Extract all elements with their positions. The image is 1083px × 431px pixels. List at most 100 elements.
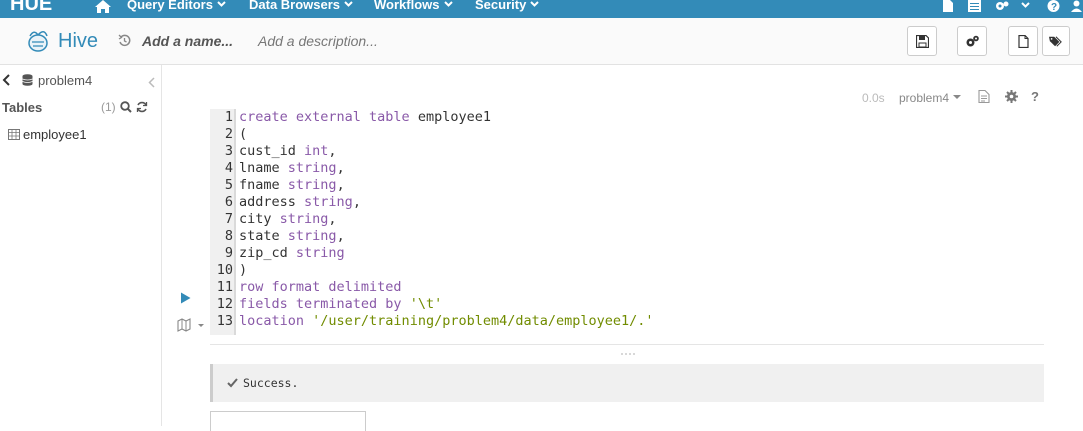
chevron-down-icon: [217, 1, 226, 7]
chevron-down-icon[interactable]: [1021, 0, 1030, 9]
hue-logo-text: HUE: [10, 0, 52, 15]
nav-query-editors[interactable]: Query Editors: [127, 0, 226, 16]
save-button[interactable]: [907, 26, 937, 56]
sql-keyword: string: [287, 228, 337, 244]
database-name[interactable]: problem4: [38, 73, 92, 88]
code-line[interactable]: row format delimited: [239, 279, 402, 296]
sql-keyword: int: [304, 143, 329, 159]
query-description-input[interactable]: Add a description...: [258, 33, 378, 49]
line-number: 3: [224, 143, 233, 159]
sql-string: '\t': [409, 296, 443, 312]
code-line[interactable]: zip_cd string: [239, 245, 345, 262]
sql-identifier: address: [239, 194, 305, 210]
collapse-panel-icon[interactable]: [148, 77, 155, 88]
line-number: 11: [216, 279, 233, 295]
sql-keyword: string: [287, 160, 337, 176]
sql-punctuation: ,: [352, 194, 361, 210]
sql-identifier: zip_cd: [239, 245, 296, 261]
code-line[interactable]: lname string,: [239, 160, 345, 177]
nav-data-browsers-label: Data Browsers: [249, 0, 341, 12]
sql-punctuation: (: [239, 126, 248, 142]
sql-identifier: employee1: [409, 109, 491, 125]
refresh-icon[interactable]: [136, 101, 148, 113]
sql-punctuation: ,: [328, 143, 337, 159]
line-number: 4: [224, 160, 233, 176]
caret-down-icon: [953, 95, 962, 99]
line-number: 5: [224, 177, 233, 193]
snippet-database-label: problem4: [899, 91, 950, 105]
play-icon[interactable]: [180, 292, 191, 304]
document-icon[interactable]: [978, 90, 990, 103]
assist-panel: problem4 Tables (1) employee1: [0, 65, 162, 426]
sql-identifier: fname: [239, 177, 288, 193]
sql-keyword: row format delimited: [239, 279, 402, 295]
nav-data-browsers[interactable]: Data Browsers: [249, 0, 353, 16]
sql-keyword: create external table: [239, 109, 410, 125]
sql-keyword: string: [279, 211, 329, 227]
nav-workflows-label: Workflows: [374, 0, 440, 12]
nav-security-label: Security: [475, 0, 527, 12]
user-icon[interactable]: [1070, 0, 1083, 12]
code-line[interactable]: fname string,: [239, 177, 345, 194]
sql-keyword: location: [239, 313, 313, 329]
sql-identifier: cust_id: [239, 143, 305, 159]
code-editor[interactable]: 1 2 3 4 5 6 7 8 9 10 11 12 13 create ext…: [210, 109, 1044, 335]
file-icon: [1018, 35, 1029, 48]
code-line[interactable]: (: [239, 126, 247, 143]
line-number: 10: [216, 262, 233, 278]
svg-text:?: ?: [1051, 2, 1057, 12]
app-title[interactable]: Hive: [58, 30, 98, 53]
nav-query-editors-label: Query Editors: [127, 0, 213, 12]
nav-security[interactable]: Security: [475, 0, 540, 16]
execution-result: Success.: [210, 364, 1044, 402]
line-number: 6: [224, 194, 233, 210]
code-line[interactable]: fields terminated by '\t': [239, 296, 442, 313]
chevron-down-icon: [530, 1, 540, 7]
resize-handle-icon[interactable]: [620, 352, 636, 356]
home-icon[interactable]: [95, 0, 111, 13]
line-number: 1: [224, 109, 233, 125]
gear-icon[interactable]: [1005, 90, 1018, 103]
sql-punctuation: ,: [336, 177, 345, 193]
table-icon: [8, 129, 20, 140]
line-number: 13: [216, 313, 233, 329]
table-item-employee1[interactable]: employee1: [23, 127, 87, 142]
code-line[interactable]: address string,: [239, 194, 361, 211]
sql-keyword: string: [287, 177, 337, 193]
tags-button[interactable]: [1042, 26, 1070, 56]
line-number: 2: [224, 126, 233, 142]
code-line[interactable]: city string,: [239, 211, 337, 228]
search-icon[interactable]: [120, 101, 132, 113]
chevron-left-icon[interactable]: [2, 74, 10, 86]
history-icon[interactable]: [118, 34, 131, 47]
code-line[interactable]: ): [239, 262, 247, 279]
code-line[interactable]: location '/user/training/problem4/data/e…: [239, 313, 654, 330]
list-icon[interactable]: [968, 0, 981, 12]
editor-header: Hive Add a name... Add a description...: [0, 18, 1083, 65]
top-navbar: HUE Query Editors Data Browsers Workflow…: [0, 0, 1083, 18]
settings-button[interactable]: [957, 26, 987, 56]
code-line[interactable]: cust_id int,: [239, 143, 337, 160]
database-icon: [22, 74, 33, 86]
snippet-database-select[interactable]: problem4: [899, 91, 962, 105]
help-icon[interactable]: ?: [1047, 0, 1060, 12]
tags-icon: [1049, 36, 1062, 47]
hive-bee-icon: [28, 31, 48, 52]
code-line[interactable]: create external table employee1: [239, 109, 491, 126]
gears-icon[interactable]: [995, 0, 1009, 12]
new-document-button[interactable]: [1008, 26, 1038, 56]
line-number: 7: [224, 211, 233, 227]
code-line[interactable]: state string,: [239, 228, 345, 245]
sql-keyword: string: [295, 245, 345, 261]
document-icon[interactable]: [942, 0, 955, 12]
help-icon[interactable]: ?: [1031, 90, 1041, 103]
query-builder-icon[interactable]: [177, 318, 205, 332]
sql-string: '/user/training/problem4/data/employee1/…: [312, 313, 654, 329]
tables-heading: Tables: [2, 100, 43, 115]
nav-workflows[interactable]: Workflows: [374, 0, 453, 16]
hue-logo[interactable]: HUE: [8, 0, 68, 16]
query-name-input[interactable]: Add a name...: [142, 33, 233, 49]
sql-identifier: state: [239, 228, 288, 244]
chevron-down-icon: [443, 1, 453, 7]
execution-time: 0.0s: [862, 91, 885, 105]
